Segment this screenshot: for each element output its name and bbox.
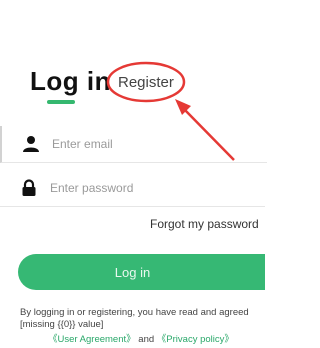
agreement-and: and [138, 334, 155, 345]
password-input[interactable] [50, 176, 260, 200]
password-field[interactable] [0, 170, 265, 207]
agreement-text: By logging in or registering, you have r… [20, 307, 249, 330]
login-button[interactable]: Log in [18, 254, 265, 290]
person-icon [23, 136, 39, 152]
agreement-links: 《User Agreement》 and 《Privacy policy》 [48, 331, 234, 345]
lock-icon [22, 179, 36, 196]
email-input[interactable] [52, 132, 262, 156]
user-agreement-link[interactable]: 《User Agreement》 [48, 334, 136, 345]
privacy-policy-link[interactable]: 《Privacy policy》 [157, 334, 234, 345]
annotation-circle [106, 61, 186, 103]
email-field[interactable] [0, 126, 267, 163]
forgot-password-link[interactable]: Forgot my password [150, 217, 259, 231]
